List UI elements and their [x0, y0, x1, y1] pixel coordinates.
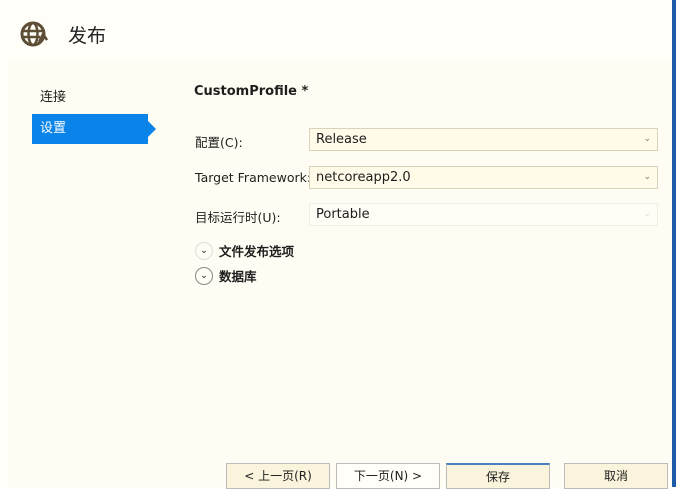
target-framework-select[interactable]: netcoreapp2.0 ⌄ — [309, 166, 658, 189]
target-runtime-select[interactable]: Portable ⌄ — [309, 203, 658, 226]
target-framework-label: Target Framework: — [195, 170, 312, 185]
header: 发布 — [0, 0, 672, 62]
file-publish-options-expander[interactable]: ⌄ 文件发布选项 — [195, 241, 294, 260]
expand-chevron-icon: ⌄ — [195, 241, 213, 260]
cancel-button[interactable]: 取消 — [564, 463, 668, 489]
configuration-label: 配置(C): — [195, 135, 243, 150]
expand-chevron-icon: ⌄ — [195, 266, 213, 285]
database-expander[interactable]: ⌄ 数据库 — [195, 266, 257, 285]
profile-name: CustomProfile * — [194, 84, 309, 99]
next-button[interactable]: 下一页(N) > — [336, 463, 440, 489]
previous-button[interactable]: < 上一页(R) — [226, 463, 330, 489]
chevron-down-icon: ⌄ — [643, 134, 651, 144]
save-button[interactable]: 保存 — [446, 463, 550, 489]
globe-publish-icon — [20, 21, 48, 47]
chevron-down-icon: ⌄ — [643, 172, 651, 182]
target-framework-value: netcoreapp2.0 — [316, 170, 411, 185]
page-title: 发布 — [68, 25, 107, 47]
target-runtime-value: Portable — [316, 207, 370, 222]
expander-label: 文件发布选项 — [219, 244, 295, 259]
configuration-value: Release — [316, 132, 367, 147]
target-runtime-label: 目标运行时(U): — [195, 210, 281, 225]
expander-label: 数据库 — [219, 269, 257, 284]
sidebar-item-settings[interactable]: 设置 — [32, 114, 156, 144]
sidebar-item-connection[interactable]: 连接 — [32, 83, 148, 113]
configuration-select[interactable]: Release ⌄ — [309, 128, 658, 151]
window-edge — [672, 0, 676, 487]
chevron-down-icon: ⌄ — [643, 209, 651, 219]
